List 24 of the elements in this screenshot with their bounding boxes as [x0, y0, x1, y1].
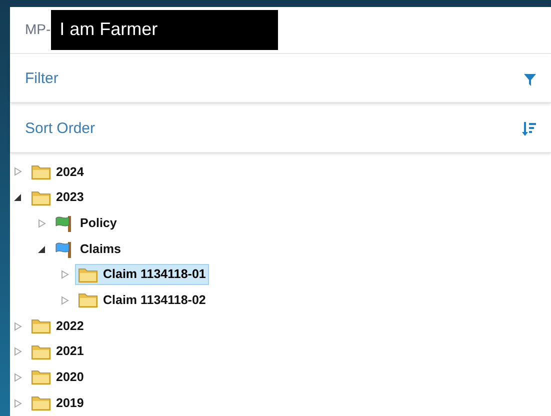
- tree-item[interactable]: Policy: [52, 212, 120, 234]
- tree-item[interactable]: 2024: [28, 162, 87, 182]
- folder-icon: [31, 318, 51, 334]
- folder-icon: [31, 190, 51, 206]
- tree-item[interactable]: Claims: [52, 238, 124, 260]
- folder-icon: [31, 344, 51, 360]
- header-prefix: MP-: [25, 20, 51, 40]
- tree-item[interactable]: 2021: [28, 341, 87, 362]
- tree-item[interactable]: Claim 1134118-01: [75, 264, 209, 286]
- tree-item[interactable]: 2022: [28, 316, 87, 336]
- folder-icon: [78, 292, 98, 308]
- folder-icon: [31, 395, 51, 412]
- name-label: I am Farmer: [50, 10, 278, 50]
- tree-item[interactable]: Claim 1134118-02: [75, 290, 209, 311]
- filter-row[interactable]: Filter: [10, 56, 551, 104]
- tree-item[interactable]: 2019: [28, 392, 87, 414]
- tree-item[interactable]: 2020: [28, 367, 87, 388]
- filter-icon[interactable]: [524, 74, 536, 86]
- folder-icon: [31, 369, 51, 386]
- folder-icon: [78, 266, 98, 283]
- tree-item[interactable]: 2023: [28, 187, 87, 208]
- folder-icon: [31, 164, 51, 180]
- sort-icon[interactable]: [522, 122, 536, 136]
- sort-row[interactable]: Sort Order: [10, 106, 551, 154]
